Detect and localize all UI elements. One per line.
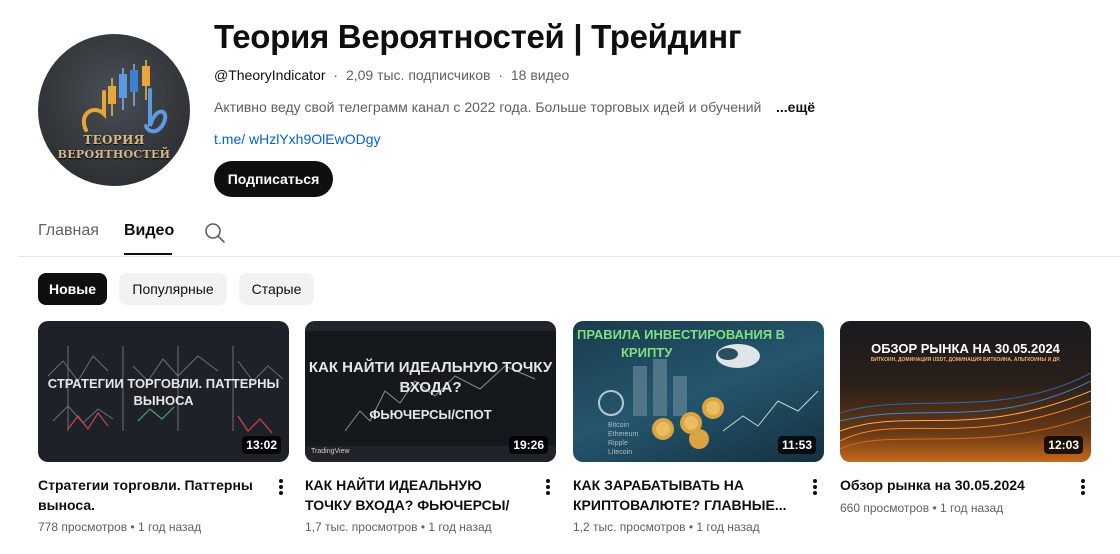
thumbnail-caption: СТРАТЕГИИ ТОРГОВЛИ. ПАТТЕРНЫ bbox=[47, 376, 280, 391]
meta-separator: • bbox=[932, 501, 940, 515]
chip-popular[interactable]: Популярные bbox=[119, 273, 227, 305]
avatar-text-line2: ВЕРОЯТНОСТЕЙ bbox=[57, 148, 171, 161]
tradingview-logo: TradingView bbox=[311, 448, 350, 455]
channel-meta: @TheoryIndicator · 2,09 тыс. подписчиков… bbox=[214, 67, 569, 83]
video-thumbnail[interactable]: СТРАТЕГИИ ТОРГОВЛИ. ПАТТЕРНЫ ВЫНОСА 13:0… bbox=[38, 321, 289, 462]
chip-oldest[interactable]: Старые bbox=[239, 273, 314, 305]
thumbnail-caption: ВХОДА? bbox=[399, 379, 462, 396]
coin-label: Ripple bbox=[608, 440, 628, 447]
video-title[interactable]: Стратегии торговли. Паттерны выноса. bbox=[38, 475, 263, 515]
thumbnail-caption: КАК НАЙТИ ИДЕАЛЬНУЮ ТОЧКУ bbox=[308, 359, 553, 376]
meta-separator: · bbox=[498, 67, 503, 83]
candlestick-logo-icon bbox=[82, 60, 168, 134]
video-duration: 13:02 bbox=[242, 436, 281, 454]
more-options-icon[interactable] bbox=[539, 476, 557, 498]
video-duration: 19:26 bbox=[509, 436, 548, 454]
tabs-divider bbox=[18, 256, 1120, 257]
upload-age: 1 год назад bbox=[428, 520, 492, 534]
active-tab-indicator bbox=[124, 253, 172, 255]
view-count: 1,2 тыс. просмотров bbox=[573, 520, 686, 534]
thumbnail-caption: КРИПТУ bbox=[621, 345, 673, 360]
coin-label: Ethereum bbox=[608, 431, 639, 438]
channel-title: Теория Вероятностей | Трейдинг bbox=[214, 18, 742, 55]
channel-handle: @TheoryIndicator bbox=[214, 67, 326, 83]
thumbnail-subcaption: БИТКОИН, ДОМИНАЦИЯ USDT, ДОМИНАЦИЯ БИТКО… bbox=[870, 357, 1061, 363]
video-count: 18 видео bbox=[510, 67, 570, 83]
thumbnail-caption: ПРАВИЛА ИНВЕСТИРОВАНИЯ В bbox=[577, 327, 786, 342]
video-duration: 11:53 bbox=[777, 436, 816, 454]
video-meta: 660 просмотров • 1 год назад bbox=[840, 501, 1003, 515]
video-meta: 778 просмотров • 1 год назад bbox=[38, 520, 201, 534]
chip-newest[interactable]: Новые bbox=[38, 273, 107, 305]
tab-videos[interactable]: Видео bbox=[124, 222, 174, 240]
video-thumbnail[interactable]: ОБЗОР РЫНКА НА 30.05.2024 БИТКОИН, ДОМИН… bbox=[840, 321, 1091, 462]
channel-description[interactable]: Активно веду свой телеграмм канал с 2022… bbox=[214, 99, 770, 115]
video-meta: 1,2 тыс. просмотров • 1 год назад bbox=[573, 520, 760, 534]
more-options-icon[interactable] bbox=[272, 476, 290, 498]
meta-separator: • bbox=[130, 520, 138, 534]
upload-age: 1 год назад bbox=[137, 520, 202, 534]
video-meta: 1,7 тыс. просмотров • 1 год назад bbox=[305, 520, 492, 534]
search-icon[interactable] bbox=[204, 222, 226, 244]
meta-separator: · bbox=[333, 67, 339, 83]
video-duration: 12:03 bbox=[1044, 436, 1083, 454]
more-options-icon[interactable] bbox=[806, 476, 824, 498]
avatar-text-line1: ТЕОРИЯ bbox=[83, 133, 145, 147]
view-count: 660 просмотров bbox=[840, 501, 930, 515]
channel-avatar[interactable]: ТЕОРИЯ ВЕРОЯТНОСТЕЙ bbox=[38, 34, 190, 186]
channel-external-link[interactable]: t.me/ wHzlYxh9OlEwODgy bbox=[214, 131, 380, 147]
coin-label: Bitcoin bbox=[608, 422, 630, 429]
upload-age: 1 год назад bbox=[696, 520, 760, 534]
video-title[interactable]: Обзор рынка на 30.05.2024 bbox=[840, 475, 1065, 495]
coin-list: Bitcoin Ethereum Ripple Litecoin bbox=[608, 421, 638, 457]
thumbnail-caption: ФЬЮЧЕРСЫ/СПОТ bbox=[369, 407, 492, 422]
video-thumbnail[interactable]: КАК НАЙТИ ИДЕАЛЬНУЮ ТОЧКУ ВХОДА? ФЬЮЧЕРС… bbox=[305, 321, 556, 462]
tab-home[interactable]: Главная bbox=[38, 222, 99, 240]
subscriber-count: 2,09 тыс. подписчиков bbox=[345, 67, 491, 83]
view-count: 1,7 тыс. просмотров bbox=[305, 520, 418, 534]
view-count: 778 просмотров bbox=[38, 520, 128, 534]
description-more-link[interactable]: ...ещё bbox=[776, 99, 815, 115]
video-thumbnail[interactable]: ПРАВИЛА ИНВЕСТИРОВАНИЯ В КРИПТУ Bitcoin … bbox=[573, 321, 824, 462]
video-title[interactable]: КАК НАЙТИ ИДЕАЛЬНУЮ ТОЧКУ ВХОДА? ФЬЮЧЕРС… bbox=[305, 475, 530, 515]
thumbnail-caption: ВЫНОСА bbox=[133, 393, 194, 408]
upload-age: 1 год назад bbox=[939, 501, 1004, 515]
thumbnail-caption: ОБЗОР РЫНКА НА 30.05.2024 bbox=[871, 341, 1060, 356]
subscribe-button[interactable]: Подписаться bbox=[214, 161, 333, 197]
coin-label: Litecoin bbox=[608, 449, 633, 456]
more-options-icon[interactable] bbox=[1074, 476, 1092, 498]
video-title[interactable]: КАК ЗАРАБАТЫВАТЬ НА КРИПТОВАЛЮТЕ? ГЛАВНЫ… bbox=[573, 475, 798, 515]
